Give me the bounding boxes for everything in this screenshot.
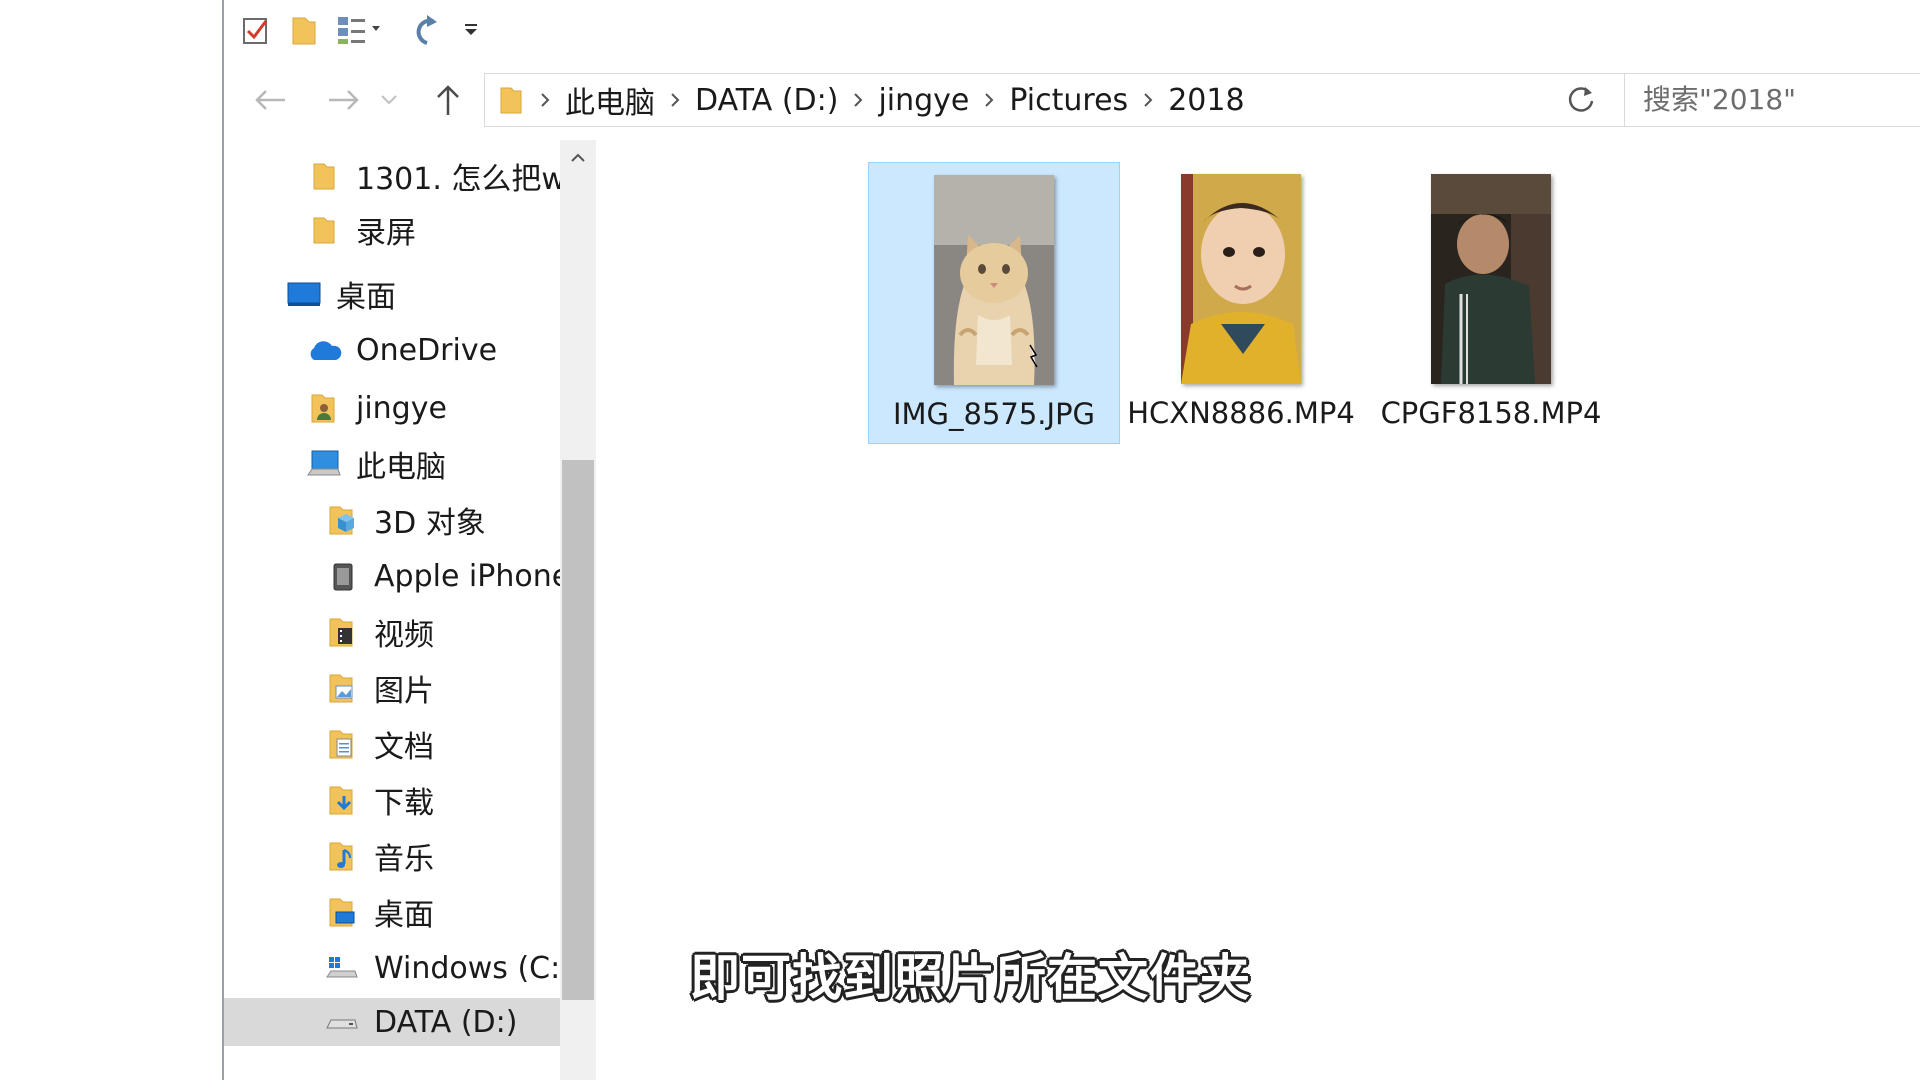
nav-item-label: 1301. 怎么把wo [356,162,560,197]
new-folder-icon[interactable] [286,12,322,48]
file-item[interactable]: IMG_8575.JPG [868,162,1120,444]
nav-item-this-pc[interactable]: 此电脑 [306,440,446,488]
computer-icon [306,446,342,482]
breadcrumb-2018[interactable]: 2018 [1162,83,1250,118]
customize-toolbar-dropdown-icon[interactable] [456,12,486,48]
desktop-icon [286,276,322,312]
nav-item-jingye[interactable]: jingye [306,384,447,432]
nav-item-pictures[interactable]: 图片 [324,664,434,712]
iphone-device-icon [324,558,360,594]
view-options-icon[interactable] [334,12,388,48]
breadcrumb-data-drive[interactable]: DATA (D:) [689,83,844,118]
navigation-pane: 1301. 怎么把wo 录屏 桌面 OneDrive jingye 此电脑 3D… [224,140,560,1080]
folder-icon [306,212,342,248]
nav-item-label: 文档 [374,730,434,765]
nav-item-desktop-folder[interactable]: 桌面 [324,888,434,936]
scroll-up-icon[interactable] [560,140,596,176]
search-input[interactable]: 搜索"2018" [1643,74,1796,126]
video-thumbnail-boy [1431,174,1551,384]
nav-item-label: OneDrive [356,332,498,368]
breadcrumb-chevron-icon[interactable] [1134,74,1162,126]
breadcrumb: 此电脑 DATA (D:) jingye Pictures 2018 [485,74,1251,126]
nav-item-label: 3D 对象 [374,506,486,541]
background-left [0,0,222,1080]
nav-item-label: 视频 [374,618,434,653]
documents-icon [324,726,360,762]
search-box[interactable]: 搜索"2018" [1624,73,1920,127]
downloads-icon [324,782,360,818]
nav-item-desktop[interactable]: 桌面 [286,270,396,318]
nav-item-screen-recording[interactable]: 录屏 [306,206,416,254]
breadcrumb-chevron-icon[interactable] [531,74,559,126]
navigation-scrollbar[interactable] [560,140,596,1080]
pictures-icon [324,670,360,706]
nav-item-apple-iphone[interactable]: Apple iPhone [324,552,560,600]
3d-objects-icon [324,502,360,538]
nav-item-documents[interactable]: 文档 [324,720,434,768]
user-folder-icon [306,390,342,426]
file-item[interactable]: HCXN8886.MP4 [1116,162,1366,442]
nav-item-label: Apple iPhone [374,558,560,594]
up-arrow-icon[interactable] [426,78,470,122]
folder-icon [491,74,531,126]
file-name: CPGF8158.MP4 [1380,396,1602,430]
image-thumbnail-cat [934,175,1054,385]
nav-item-label: 音乐 [374,842,434,877]
nav-item-label: 图片 [374,674,434,709]
scroll-thumb[interactable] [562,460,594,1000]
nav-item-videos[interactable]: 视频 [324,608,434,656]
breadcrumb-chevron-icon[interactable] [844,74,872,126]
file-name: IMG_8575.JPG [892,397,1096,431]
nav-item-music[interactable]: 音乐 [324,832,434,880]
nav-item-label: DATA (D:) [374,1004,518,1040]
nav-item-label: 下载 [374,786,434,821]
nav-item-label: 录屏 [356,216,416,251]
drive-icon [324,1004,360,1040]
file-item[interactable]: CPGF8158.MP4 [1366,162,1616,442]
video-subtitle: 即可找到照片所在文件夹 [690,949,1251,1007]
address-row: 此电脑 DATA (D:) jingye Pictures 2018 搜索"20… [224,60,1920,140]
undo-icon[interactable] [404,12,444,48]
back-arrow-icon[interactable] [248,78,292,122]
breadcrumb-chevron-icon[interactable] [661,74,689,126]
quick-access-toolbar [224,0,1920,61]
desktop-folder-icon [324,894,360,930]
nav-item-3d-objects[interactable]: 3D 对象 [324,496,486,544]
nav-item-data-drive[interactable]: DATA (D:) [224,998,560,1046]
video-thumbnail-child [1181,174,1301,384]
nav-item-downloads[interactable]: 下载 [324,776,434,824]
breadcrumb-this-pc[interactable]: 此电脑 [559,78,661,122]
forward-arrow-icon[interactable] [322,78,366,122]
nav-item-label: 此电脑 [356,450,446,485]
file-name: HCXN8886.MP4 [1127,396,1355,430]
videos-icon [324,614,360,650]
folder-icon [306,158,342,194]
breadcrumb-pictures[interactable]: Pictures [1003,83,1134,118]
nav-item-label: Windows (C:) [374,950,560,986]
music-icon [324,838,360,874]
onedrive-cloud-icon [306,332,342,368]
file-explorer-window: 此电脑 DATA (D:) jingye Pictures 2018 搜索"20… [222,0,1920,1080]
nav-item-folder-1301[interactable]: 1301. 怎么把wo [306,152,560,200]
nav-item-label: 桌面 [374,898,434,933]
properties-checkbox-icon[interactable] [238,12,274,48]
windows-drive-icon [324,950,360,986]
nav-item-label: jingye [356,390,447,426]
refresh-icon[interactable] [1558,73,1604,125]
breadcrumb-chevron-icon[interactable] [975,74,1003,126]
breadcrumb-jingye[interactable]: jingye [872,83,975,118]
nav-item-windows-drive[interactable]: Windows (C:) [324,944,560,992]
nav-item-onedrive[interactable]: OneDrive [306,326,497,374]
nav-item-label: 桌面 [336,280,396,315]
recent-locations-chevron-icon[interactable] [374,78,404,122]
